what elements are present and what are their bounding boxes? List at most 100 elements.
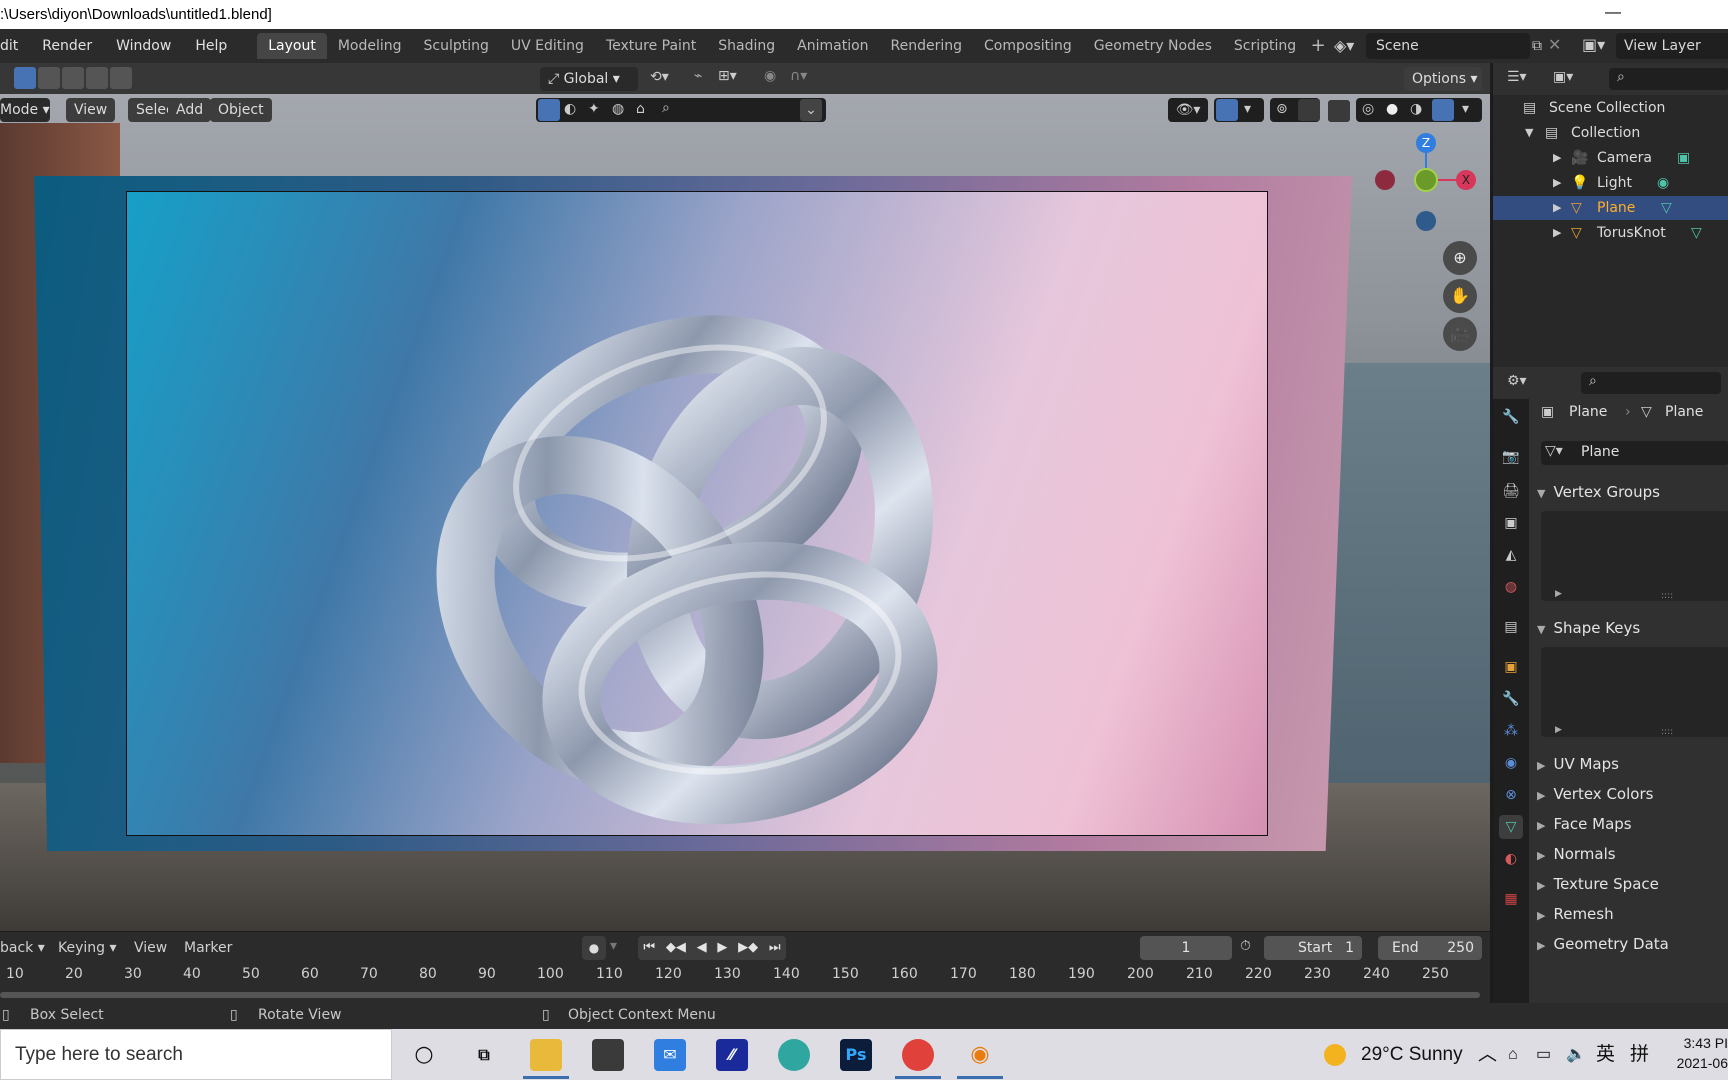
prev-keyframe-icon[interactable]: ◆◀ xyxy=(666,936,686,960)
physics-tab-icon[interactable]: ◉ xyxy=(1499,751,1523,775)
object-tab-icon[interactable]: ▣ xyxy=(1499,655,1523,679)
zoom-icon[interactable]: ⊕ xyxy=(1443,241,1477,275)
keying-dropdown[interactable]: Keying ▾ xyxy=(58,940,117,956)
mode-dropdown[interactable]: Mode ▾ xyxy=(0,98,50,122)
collection-tab-icon[interactable]: ▤ xyxy=(1499,615,1523,639)
rendered-shading-icon[interactable] xyxy=(1432,99,1454,121)
maximize-button[interactable] xyxy=(1636,0,1682,29)
world-filter-icon[interactable]: ◍ xyxy=(612,101,624,117)
timeline-view-menu[interactable]: View xyxy=(134,940,167,956)
list-resize-handle-icon[interactable]: :::: xyxy=(1661,591,1673,601)
search-icon[interactable]: ⌕ xyxy=(662,100,670,116)
add-workspace-button[interactable]: + xyxy=(1307,33,1329,59)
mesh-data-tab-icon[interactable]: ▽ xyxy=(1499,815,1523,839)
outliner-scene-collection[interactable]: ▤ Scene Collection xyxy=(1493,96,1728,120)
select-new-icon[interactable] xyxy=(14,67,36,89)
wireframe-shading-icon[interactable]: ◎ xyxy=(1362,101,1374,117)
next-keyframe-icon[interactable]: ▶◆ xyxy=(738,936,758,960)
outliner-search-input[interactable]: ⌕ xyxy=(1609,68,1728,90)
tab-modeling[interactable]: Modeling xyxy=(327,33,413,59)
expand-arrow-icon[interactable]: ▶ xyxy=(1553,146,1561,170)
shape-keys-list[interactable]: ▶ :::: xyxy=(1541,647,1728,737)
tab-shading[interactable]: Shading xyxy=(707,33,786,59)
constraints-tab-icon[interactable]: ⊗ xyxy=(1499,783,1523,807)
taskbar-search-input[interactable]: Type here to search xyxy=(0,1029,392,1080)
view-layer-selector-icon[interactable]: ▣▾ xyxy=(1582,35,1605,54)
gizmo-neg-z-axis[interactable] xyxy=(1416,211,1436,231)
display-icon[interactable]: ▭ xyxy=(1536,1029,1551,1080)
close-button[interactable] xyxy=(1682,0,1728,29)
panel-vertex-groups[interactable]: ▼ Vertex Groups xyxy=(1529,479,1728,505)
select-difference-icon[interactable] xyxy=(86,67,108,89)
mesh-data-icon[interactable]: ▽▾ xyxy=(1545,443,1563,459)
options-dropdown[interactable]: Options ▾ xyxy=(1404,67,1482,91)
menu-render[interactable]: Render xyxy=(30,38,104,54)
task-view-icon[interactable]: ⧉ xyxy=(468,1039,500,1071)
panel-vertex-colors[interactable]: ▶ Vertex Colors xyxy=(1529,781,1728,807)
outliner-item-torusknot[interactable]: ▶ ▽ TorusKnot ▽ xyxy=(1493,221,1728,245)
minimize-button[interactable]: — xyxy=(1590,0,1636,29)
material-tab-icon[interactable]: ◐ xyxy=(1499,847,1523,871)
panel-texture-space[interactable]: ▶ Texture Space xyxy=(1529,871,1728,897)
expand-arrow-icon[interactable]: ▶ xyxy=(1553,196,1561,220)
record-icon[interactable]: ● xyxy=(582,936,606,960)
view-layer-field[interactable]: View Layer xyxy=(1616,33,1728,59)
pan-hand-icon[interactable]: ✋ xyxy=(1443,279,1477,313)
xray-icon[interactable] xyxy=(1328,100,1350,122)
filter-dropdown-icon[interactable]: ⌄ xyxy=(800,99,822,121)
gizmo-z-axis[interactable]: Z xyxy=(1416,133,1436,153)
tab-layout[interactable]: Layout xyxy=(257,33,327,59)
render-tab-icon[interactable]: 📷 xyxy=(1499,445,1523,469)
current-frame-field[interactable]: 1 xyxy=(1140,936,1232,960)
panel-shape-keys[interactable]: ▼ Shape Keys xyxy=(1529,615,1728,641)
tab-geometry-nodes[interactable]: Geometry Nodes xyxy=(1083,33,1223,59)
menu-view[interactable]: View xyxy=(66,98,116,122)
panel-face-maps[interactable]: ▶ Face Maps xyxy=(1529,811,1728,837)
visibility-dropdown[interactable]: 👁▾ xyxy=(1168,98,1208,122)
timeline-scrollbar[interactable] xyxy=(0,992,1480,998)
tab-uv-editing[interactable]: UV Editing xyxy=(500,33,595,59)
blender-icon[interactable]: ◉ xyxy=(964,1039,996,1071)
pivot-point-icon[interactable]: ⟲▾ xyxy=(650,69,669,85)
weather-icon[interactable] xyxy=(1324,1044,1346,1066)
panel-remesh[interactable]: ▶ Remesh xyxy=(1529,901,1728,927)
select-subtract-icon[interactable] xyxy=(62,67,84,89)
play-icon[interactable]: ▶ xyxy=(717,936,727,960)
panel-uv-maps[interactable]: ▶ UV Maps xyxy=(1529,751,1728,777)
particles-tab-icon[interactable]: ⁂ xyxy=(1499,719,1523,743)
menu-add[interactable]: Add xyxy=(168,98,212,122)
list-resize-handle-icon[interactable]: :::: xyxy=(1661,727,1673,737)
brush-filter-icon[interactable]: ⌂ xyxy=(636,101,645,117)
camera-view-icon[interactable]: 🎥 xyxy=(1443,317,1477,351)
scene-selector-icon[interactable]: ◈▾ xyxy=(1334,36,1354,55)
photoshop-icon[interactable]: Ps xyxy=(840,1039,872,1071)
proportional-falloff-icon[interactable]: ∩▾ xyxy=(790,68,807,84)
panel-geometry-data[interactable]: ▶ Geometry Data xyxy=(1529,931,1728,957)
snap-increment-icon[interactable]: ⊞▾ xyxy=(718,68,737,84)
light-filter-icon[interactable]: ✦ xyxy=(588,101,600,117)
solid-shading-icon[interactable]: ● xyxy=(1386,101,1398,117)
timer-icon[interactable]: ⏱ xyxy=(1240,938,1251,954)
frame-ruler[interactable]: 10 20 30 40 50 60 70 80 90 100 110 120 130 140 150 160 1… xyxy=(0,966,1490,988)
vertex-groups-list[interactable]: ▶ :::: xyxy=(1541,511,1728,601)
properties-search-input[interactable]: ⌕ xyxy=(1581,372,1721,394)
timeline-marker-menu[interactable]: Marker xyxy=(184,940,232,956)
expand-arrow-icon[interactable]: ▼ xyxy=(1525,121,1533,145)
outliner-item-plane[interactable]: ▶ ▽ Plane ▽ xyxy=(1493,196,1728,220)
overlays-toggle[interactable]: ⊚ xyxy=(1270,98,1320,122)
menu-object[interactable]: Object xyxy=(210,98,272,122)
clock[interactable]: 3:43 PI 2021-06 xyxy=(1668,1033,1728,1073)
3d-viewport[interactable]: ⤢ Global ▾ ⟲▾ ⌁ ⊞▾ ◉ ∩▾ Options ▾ Mode ▾… xyxy=(0,63,1490,931)
start-frame-field[interactable]: Start 1 xyxy=(1264,936,1362,960)
snap-icon[interactable]: ⌁ xyxy=(694,68,702,84)
list-expand-icon[interactable]: ▶ xyxy=(1555,589,1562,599)
volume-icon[interactable]: 🔈 xyxy=(1566,1029,1586,1080)
torus-knot-object[interactable] xyxy=(420,283,980,843)
world-tab-icon[interactable]: ◍ xyxy=(1499,575,1523,599)
ime-indicator[interactable]: 英 xyxy=(1596,1029,1615,1080)
expand-arrow-icon[interactable]: ▶ xyxy=(1553,221,1561,245)
outliner-item-light[interactable]: ▶ 💡 Light ◉ xyxy=(1493,171,1728,195)
select-mode-icons[interactable] xyxy=(14,67,132,89)
tab-rendering[interactable]: Rendering xyxy=(880,33,974,59)
editor-type-icon[interactable]: ⚙▾ xyxy=(1507,373,1527,389)
